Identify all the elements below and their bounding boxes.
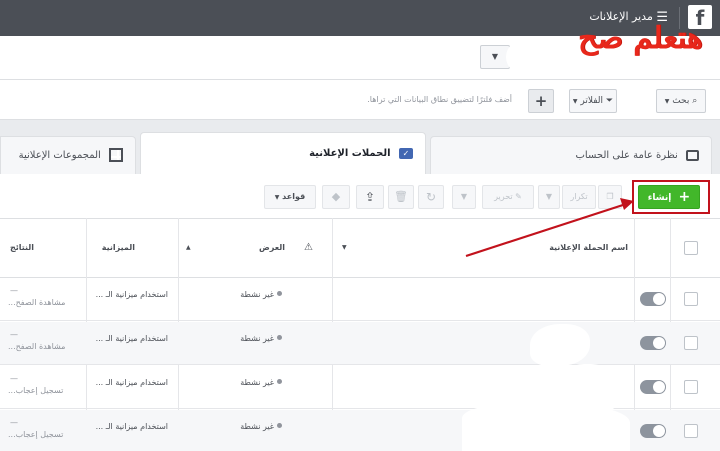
budget-cell: استخدام ميزانية الـ ...: [95, 422, 168, 431]
delivery-status: غير نشطة: [240, 378, 274, 387]
search-button[interactable]: ⌕ بحث ▼: [656, 89, 706, 113]
campaign-toggle[interactable]: [640, 292, 666, 306]
table-header: اسم الحملة الإعلانية ▼ العرض ⚠ ▲ الميزان…: [0, 218, 720, 278]
copy-icon: ❐: [606, 192, 614, 201]
delivery-cell: غير نشطة: [240, 378, 282, 387]
table-row[interactable]: غير نشطة استخدام ميزانية الـ ... — مشاهد…: [0, 322, 720, 365]
campaign-toggle[interactable]: [640, 380, 666, 394]
results-dash: —: [10, 286, 18, 295]
sort-up-icon[interactable]: ▲: [186, 219, 191, 277]
dropdown-caret-icon: ▼: [491, 52, 499, 61]
filters-button-label: الفلاتر: [580, 96, 604, 106]
delivery-cell: غير نشطة: [240, 290, 282, 299]
search-icon: ⌕: [692, 96, 698, 106]
chevron-down-icon: ▼: [664, 98, 670, 105]
delete-button[interactable]: 🗑: [388, 185, 414, 209]
grid-icon: [109, 148, 123, 162]
dashboard-icon: [686, 149, 699, 161]
refresh-icon: ↻: [425, 190, 437, 204]
chevron-down-icon: ▼: [274, 194, 280, 201]
tab-account-overview[interactable]: نظرة عامة على الحساب: [430, 136, 712, 174]
search-button-label: بحث: [672, 96, 690, 106]
status-dot-icon: [277, 379, 282, 384]
table-row[interactable]: غير نشطة استخدام ميزانية الـ ... — مشاهد…: [0, 278, 720, 321]
refresh-button[interactable]: ↻: [418, 185, 444, 209]
export-icon: ⇪: [364, 190, 376, 204]
tab-campaigns[interactable]: ✓ الحملات الإعلانية: [140, 132, 426, 174]
edit-button-label: تحرير: [494, 192, 513, 201]
search-filter-row: ⌕ بحث ▼ ⏷ الفلاتر ▼ أضف فلترًا لتضييق نط…: [0, 80, 720, 120]
delivery-cell: غير نشطة: [240, 422, 282, 431]
folder-check-icon: ✓: [399, 147, 413, 159]
chevron-down-icon: ▼: [460, 192, 468, 201]
delivery-status: غير نشطة: [240, 290, 274, 299]
tab-label: المجموعات الإعلانية: [18, 150, 101, 161]
edit-button[interactable]: ✎ تحرير: [482, 185, 534, 209]
filter-search-input[interactable]: أضف فلترًا لتضييق نطاق البيانات التي ترا…: [316, 95, 512, 104]
tab-label: الحملات الإعلانية: [309, 148, 391, 159]
duplicate-button[interactable]: تكرار: [562, 185, 596, 209]
column-header-budget[interactable]: الميزانية: [102, 219, 135, 277]
chevron-down-icon: ▼: [545, 192, 553, 201]
duplicate-dropdown[interactable]: ▼: [538, 185, 560, 209]
column-header-results[interactable]: النتائج: [10, 219, 34, 277]
results-dash: —: [10, 330, 18, 339]
delivery-status: غير نشطة: [240, 422, 274, 431]
campaign-toolbar: + إنشاء ❐ تكرار ▼ ✎ تحرير ▼ ↻ 🗑 ⇪ ◆ قواع…: [0, 174, 720, 218]
row-checkbox[interactable]: [684, 336, 698, 350]
results-cell: مشاهدة الصفح...: [8, 342, 66, 351]
export-button[interactable]: ⇪: [356, 185, 384, 209]
filters-button[interactable]: ⏷ الفلاتر ▼: [569, 89, 617, 113]
status-dot-icon: [277, 335, 282, 340]
budget-cell: استخدام ميزانية الـ ...: [95, 290, 168, 299]
sort-caret-icon[interactable]: ▼: [342, 219, 347, 277]
budget-cell: استخدام ميزانية الـ ...: [95, 378, 168, 387]
tag-button[interactable]: ◆: [322, 185, 350, 209]
chevron-down-icon: ▼: [572, 98, 578, 105]
budget-cell: استخدام ميزانية الـ ...: [95, 334, 168, 343]
campaign-toggle[interactable]: [640, 336, 666, 350]
delivery-cell: غير نشطة: [240, 334, 282, 343]
pencil-icon: ✎: [515, 192, 522, 201]
select-all-checkbox[interactable]: [684, 241, 698, 255]
add-filter-button[interactable]: +: [528, 89, 554, 113]
warning-icon: ⚠: [304, 242, 313, 253]
paint-overlay: [530, 324, 590, 366]
tab-label: نظرة عامة على الحساب: [575, 150, 678, 161]
status-dot-icon: [277, 423, 282, 428]
column-header-delivery[interactable]: العرض: [259, 219, 285, 277]
trash-icon: 🗑: [394, 190, 408, 203]
filter-icon: ⏷: [605, 96, 614, 106]
handwritten-annotation: هتعلم صح: [578, 21, 703, 56]
duplicate-icon-button[interactable]: ❐: [598, 185, 622, 209]
edit-dropdown[interactable]: ▼: [452, 185, 476, 209]
status-dot-icon: [277, 291, 282, 296]
tag-icon: ◆: [331, 190, 341, 203]
results-dash: —: [10, 374, 18, 383]
campaigns-panel: + إنشاء ❐ تكرار ▼ ✎ تحرير ▼ ↻ 🗑 ⇪ ◆ قواع…: [0, 174, 720, 451]
rules-button[interactable]: قواعد ▼: [264, 185, 316, 209]
row-checkbox[interactable]: [684, 380, 698, 394]
tab-ad-sets[interactable]: المجموعات الإعلانية: [0, 136, 136, 174]
row-checkbox[interactable]: [684, 424, 698, 438]
results-cell: مشاهدة الصفح...: [8, 298, 66, 307]
paint-overlay: [462, 404, 630, 451]
highlight-box: [632, 180, 710, 214]
results-dash: —: [10, 418, 18, 427]
results-cell: تسجيل إعجاب...: [8, 386, 64, 395]
rules-button-label: قواعد: [282, 192, 306, 201]
delivery-status: غير نشطة: [240, 334, 274, 343]
campaign-toggle[interactable]: [640, 424, 666, 438]
row-checkbox[interactable]: [684, 292, 698, 306]
column-header-campaign-name[interactable]: اسم الحملة الإعلانية: [549, 219, 628, 277]
results-cell: تسجيل إعجاب...: [8, 430, 64, 439]
